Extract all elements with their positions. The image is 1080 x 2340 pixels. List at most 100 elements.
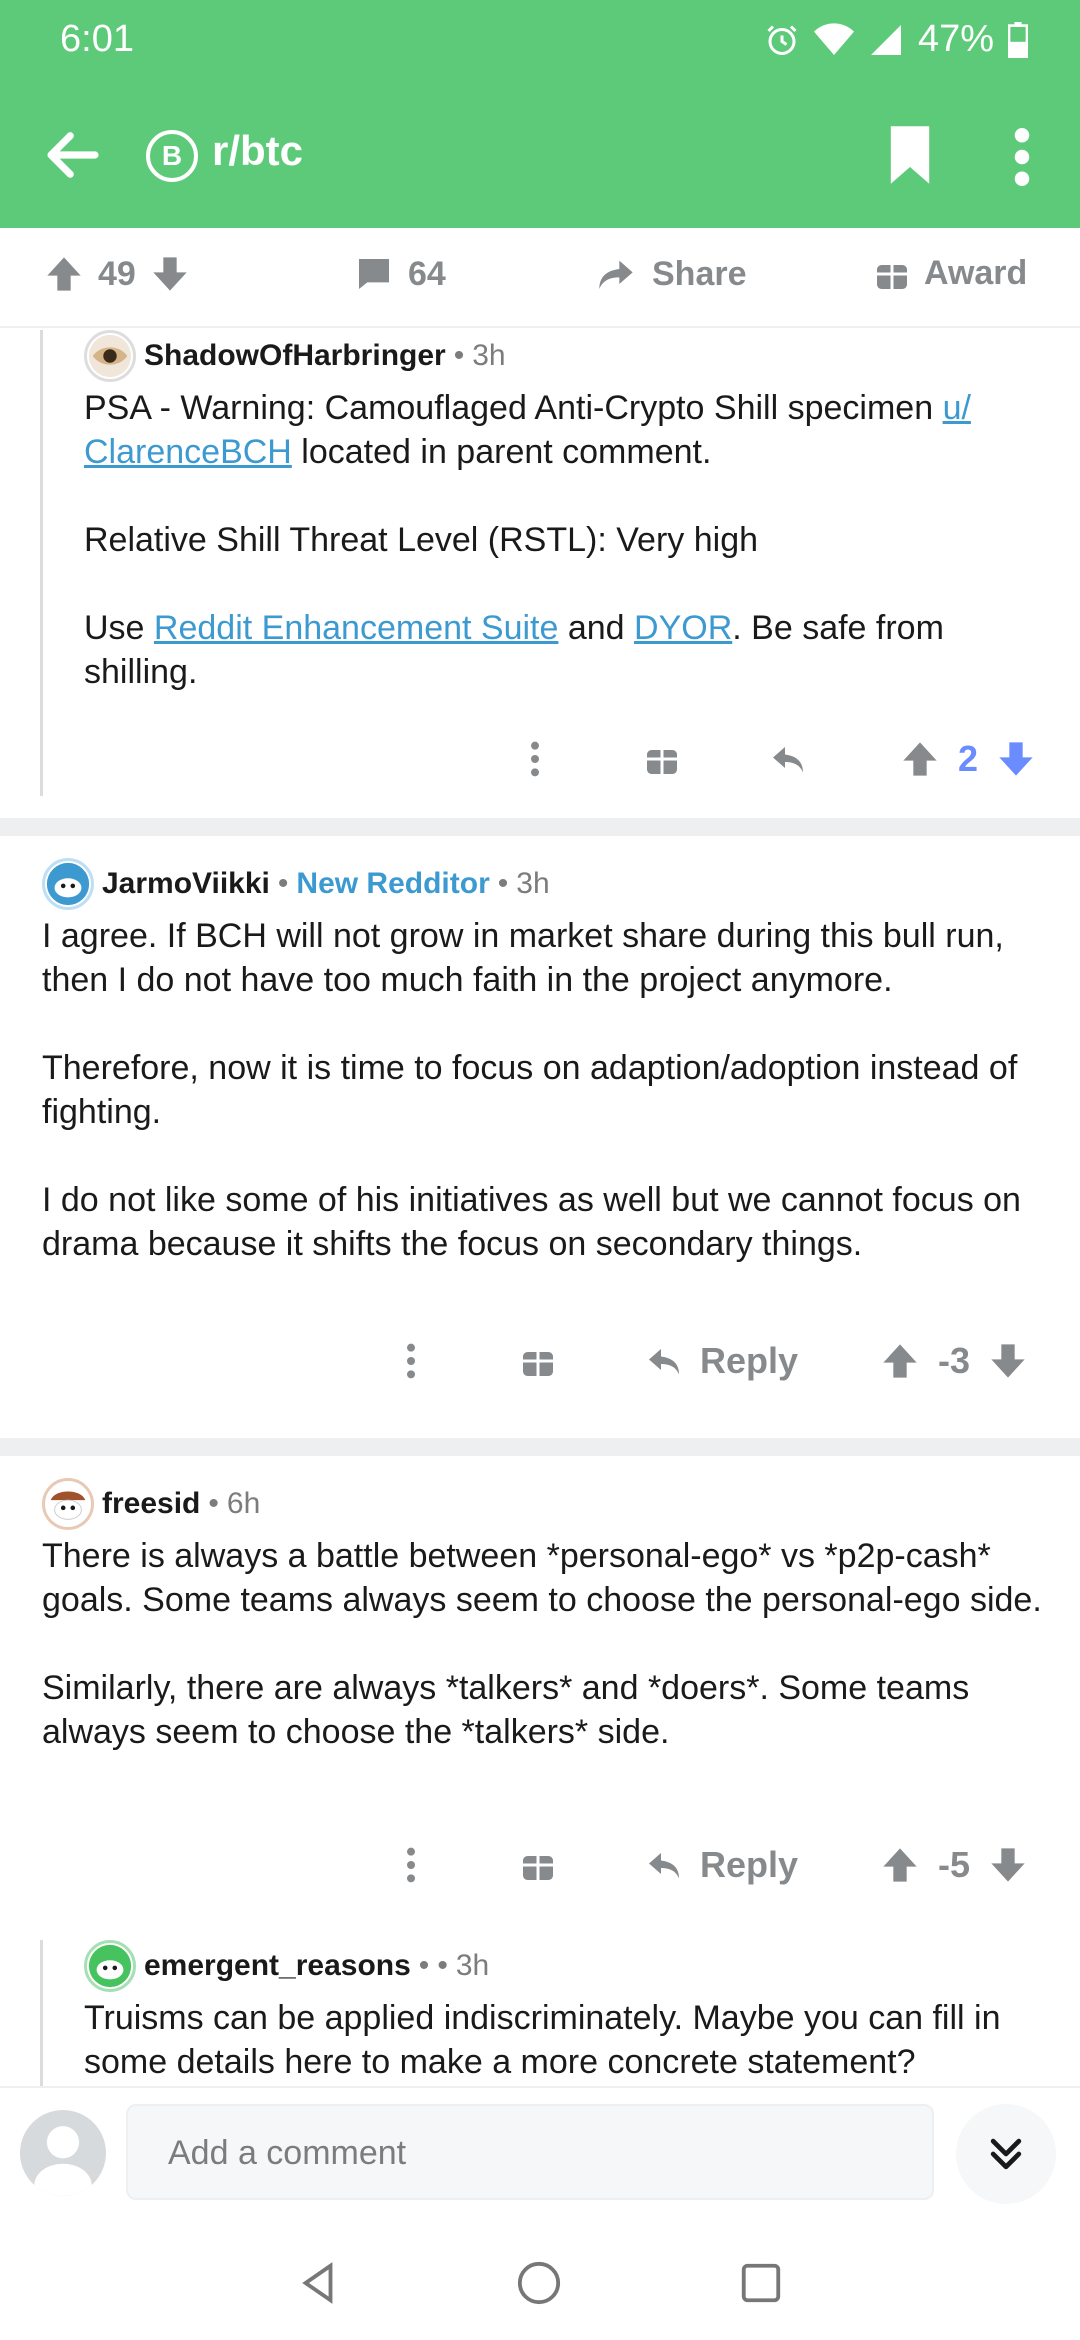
reply-button[interactable]: Reply <box>644 1340 798 1382</box>
dyor-link[interactable]: DYOR <box>634 609 732 647</box>
comment-score: 2 <box>958 738 979 779</box>
add-comment-input[interactable]: Add a comment <box>126 2104 934 2200</box>
nav-home-icon[interactable] <box>516 2260 562 2306</box>
subreddit-icon[interactable]: B <box>146 130 198 182</box>
post-score: 49 <box>98 254 136 293</box>
subreddit-name[interactable]: r/btc <box>212 127 303 175</box>
comment-body: Truisms can be applied indiscriminately.… <box>84 1996 1054 2086</box>
reply-label: Reply <box>700 1340 799 1381</box>
system-navigation-bar <box>0 2216 1080 2340</box>
comment-header: ShadowOfHarbringer • 3h <box>84 330 506 382</box>
comment-body: There is always a battle between *person… <box>42 1534 1052 1798</box>
comment-paragraph: There is always a battle between *person… <box>42 1537 1042 1619</box>
comment-time: 3h <box>455 1949 490 1982</box>
res-link[interactable]: Reddit Enhancement Suite <box>154 609 558 647</box>
bookmark-icon[interactable] <box>886 126 934 184</box>
comments-button[interactable]: 64 <box>354 254 446 294</box>
comment-paragraph: PSA - Warning: Camouflaged Anti-Crypto S… <box>84 386 1044 474</box>
reply-icon <box>649 1853 679 1879</box>
comment-author[interactable]: ShadowOfHarbringer <box>144 339 446 373</box>
award-label: Award <box>924 254 1028 292</box>
upvote-icon[interactable] <box>880 1845 920 1885</box>
comment-time: 3h <box>472 339 506 372</box>
award-button[interactable]: Award <box>874 254 1027 293</box>
body-text: Use <box>84 609 154 647</box>
avatar[interactable] <box>84 330 136 382</box>
comment-toolbar: 2 <box>520 738 1036 780</box>
comment-body: PSA - Warning: Camouflaged Anti-Crypto S… <box>84 386 1044 738</box>
share-button[interactable]: Share <box>594 254 747 294</box>
upvote-icon[interactable] <box>44 254 84 294</box>
comment-author[interactable]: freesid <box>102 1487 200 1521</box>
post-action-bar: 49 64 Share Award <box>0 228 1080 328</box>
avatar[interactable] <box>42 1478 94 1530</box>
share-label: Share <box>652 254 747 293</box>
reply-label: Reply <box>700 1844 799 1885</box>
more-options-icon[interactable] <box>396 1341 426 1381</box>
comment-paragraph: I agree. If BCH will not grow in market … <box>42 917 1004 999</box>
comment-paragraph: Therefore, now it is time to focus on ad… <box>42 1049 1018 1131</box>
user-avatar[interactable] <box>20 2110 106 2196</box>
comment-icon <box>359 259 389 289</box>
downvote-icon[interactable] <box>996 739 1036 779</box>
upvote-icon[interactable] <box>900 739 940 779</box>
snoo-avatar-icon <box>88 1944 132 1988</box>
comment-author[interactable]: JarmoViikki <box>102 867 270 901</box>
comment-toolbar: Reply -3 <box>396 1340 1028 1382</box>
upvote-icon[interactable] <box>880 1341 920 1381</box>
avatar[interactable] <box>84 1940 136 1992</box>
body-text: PSA - Warning: Camouflaged Anti-Crypto S… <box>84 389 943 427</box>
comment-toolbar: Reply -5 <box>396 1844 1028 1886</box>
double-chevron-down-icon <box>990 2138 1022 2170</box>
comment-paragraph: Use Reddit Enhancement Suite and DYOR. B… <box>84 606 1044 694</box>
more-options-icon[interactable] <box>520 739 550 779</box>
separator-dot: • <box>437 1949 448 1982</box>
comment-score: -5 <box>938 1844 971 1885</box>
comment-author[interactable]: emergent_reasons <box>144 1949 411 1983</box>
body-text: located in parent comment. <box>291 433 712 471</box>
battery-level: 47% <box>917 18 994 60</box>
downvote-icon[interactable] <box>988 1341 1028 1381</box>
reply-icon <box>649 1349 679 1375</box>
downvote-icon[interactable] <box>988 1845 1028 1885</box>
snoo-avatar-icon <box>46 862 90 906</box>
avatar[interactable] <box>42 858 94 910</box>
separator-dot: • <box>497 867 509 900</box>
jump-to-next-button[interactable] <box>956 2104 1056 2204</box>
gift-icon[interactable] <box>520 1847 556 1883</box>
separator-dot: • <box>453 339 465 372</box>
separator-dot: • <box>418 1949 430 1982</box>
comment-header: freesid • 6h <box>42 1478 260 1530</box>
comment-emergent-reasons: emergent_reasons • • 3h Truisms can be a… <box>0 1940 1080 2086</box>
more-options-icon[interactable] <box>396 1845 426 1885</box>
comment-paragraph: Similarly, there are always *talkers* an… <box>42 1669 970 1751</box>
more-options-icon[interactable] <box>1012 128 1032 186</box>
snoo-avatar-icon <box>46 1482 90 1526</box>
comment-header: JarmoViikki • New Redditor • 3h <box>42 858 550 910</box>
comment-paragraph: I do not like some of his initiatives as… <box>42 1181 1021 1263</box>
gift-icon[interactable] <box>520 1343 556 1379</box>
status-time: 6:01 <box>60 18 134 60</box>
battery-icon <box>1008 21 1028 58</box>
back-arrow-icon[interactable] <box>40 122 106 188</box>
body-text: and <box>558 609 635 647</box>
comment-shadowofharbringer: ShadowOfHarbringer • 3h PSA - Warning: C… <box>0 330 1080 800</box>
comment-time: 6h <box>226 1487 261 1520</box>
comment-count: 64 <box>408 254 446 293</box>
comment-divider <box>0 1438 1080 1456</box>
wifi-icon <box>813 22 854 55</box>
thread-line <box>40 330 43 796</box>
default-user-icon <box>34 2126 92 2196</box>
nav-recents-icon[interactable] <box>738 2260 784 2306</box>
status-icons: 47% <box>764 18 1028 61</box>
reply-button[interactable]: Reply <box>644 1844 798 1886</box>
downvote-icon[interactable] <box>150 254 190 294</box>
comment-body: I agree. If BCH will not grow in market … <box>42 914 1052 1310</box>
top-bar: 6:01 47% B r/btc <box>0 0 1080 228</box>
gift-icon[interactable] <box>644 741 680 777</box>
reply-icon[interactable] <box>768 741 808 777</box>
comment-composer-bar: Add a comment <box>0 2086 1080 2216</box>
nav-back-icon[interactable] <box>296 2260 342 2306</box>
comment-jarmoviikki: JarmoViikki • New Redditor • 3h I agree.… <box>0 858 1080 1418</box>
share-icon <box>599 260 633 289</box>
